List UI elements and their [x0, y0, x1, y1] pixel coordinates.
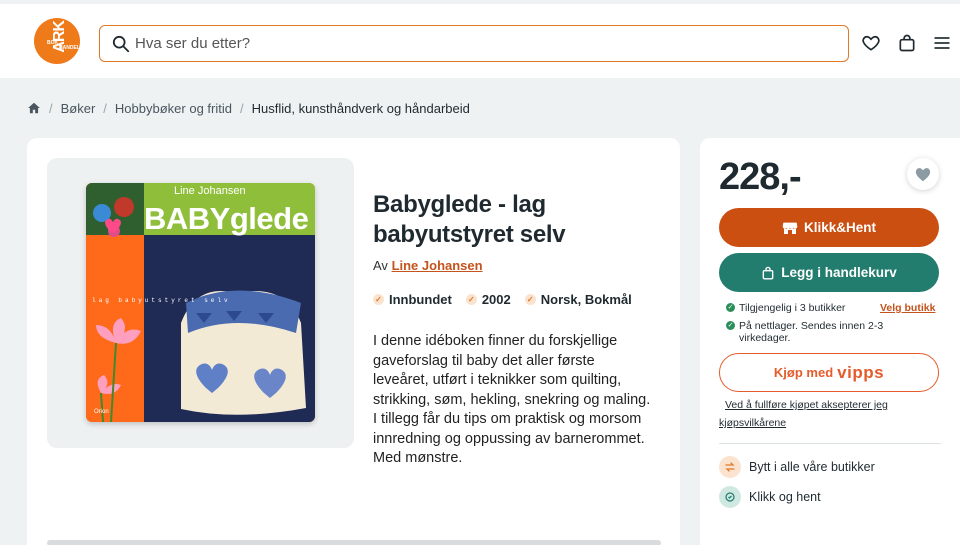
fact-binding-label: Innbundet: [389, 292, 452, 307]
perk-click-collect: Klikk og hent: [719, 486, 821, 508]
product-byline: Av Line Johansen: [373, 258, 483, 273]
breadcrumb-separator: /: [239, 100, 244, 116]
buy-box: 228,- Klikk&Hent Legg i handlekurv ✓ Til…: [700, 138, 960, 545]
product-card: Line Johansen BABYglede lag babyutstyret…: [27, 138, 680, 545]
favorite-button[interactable]: [907, 158, 939, 190]
click-collect-label: Klikk&Hent: [803, 220, 876, 235]
product-title: Babyglede - lag babyutstyret selv: [373, 191, 566, 248]
site-logo[interactable]: BOK ARK HANDEL: [34, 18, 80, 64]
terms-notice: Ved å fullføre kjøpet aksepterer jeg kjø…: [719, 396, 944, 432]
check-icon: ✓: [465, 294, 477, 305]
product-description: I denne idéboken finner du forskjellige …: [373, 333, 651, 466]
store-availability: ✓ Tilgjengelig i 3 butikker: [726, 302, 899, 314]
terms-text: Ved å fullføre kjøpet aksepterer jeg: [725, 399, 888, 411]
cover-publisher-text: Orion: [94, 409, 109, 415]
add-to-cart-button[interactable]: Legg i handlekurv: [719, 253, 939, 292]
product-facts: ✓ Innbundet ✓ 2002 ✓ Norsk, Bokmål: [373, 292, 632, 307]
breadcrumb-item-current[interactable]: Husflid, kunsthåndverk og håndarbeid: [252, 101, 470, 116]
fact-binding: ✓ Innbundet: [373, 292, 452, 307]
fact-language-label: Norsk, Bokmål: [540, 292, 632, 307]
cover-author-text: Line Johansen: [174, 185, 246, 197]
vipps-button[interactable]: Kjøp med vipps: [719, 353, 939, 392]
heart-icon: [915, 168, 931, 182]
check-icon: ✓: [524, 294, 536, 305]
check-circle-icon: ✓: [726, 321, 735, 330]
section-divider: [47, 540, 661, 545]
breadcrumb-item-books[interactable]: Bøker: [61, 101, 96, 116]
author-link[interactable]: Line Johansen: [392, 258, 483, 273]
logo-text-small-2: HANDEL: [59, 45, 80, 51]
bag-icon: [762, 266, 774, 280]
home-icon[interactable]: [27, 101, 41, 115]
fact-year-label: 2002: [481, 292, 511, 307]
search-bar[interactable]: [99, 25, 849, 62]
vipps-prefix: Kjøp med: [773, 365, 834, 380]
click-collect-button[interactable]: Klikk&Hent: [719, 208, 939, 247]
store-availability-text: Tilgjengelig i 3 butikker: [739, 302, 846, 314]
terms-link[interactable]: kjøpsvilkårene: [719, 417, 786, 429]
cover-title-text: BABYglede: [144, 201, 309, 236]
book-cover-image[interactable]: Line Johansen BABYglede lag babyutstyret…: [86, 183, 315, 422]
search-input[interactable]: [135, 28, 835, 58]
online-availability: ✓ På nettlager. Sendes innen 2-3 virkeda…: [726, 320, 899, 344]
check-circle-icon: ✓: [726, 303, 735, 312]
fact-language: ✓ Norsk, Bokmål: [524, 292, 632, 307]
heart-icon[interactable]: [861, 33, 881, 53]
search-icon: [112, 35, 130, 53]
byline-prefix: Av: [373, 258, 388, 273]
bag-icon[interactable]: [897, 33, 917, 53]
perk-exchange: Bytt i alle våre butikker: [719, 456, 875, 478]
site-header: BOK ARK HANDEL: [0, 0, 960, 78]
product-price: 228,-: [719, 156, 802, 198]
online-availability-text: På nettlager. Sendes innen 2-3 virkedage…: [739, 320, 884, 344]
store-icon: [782, 222, 798, 234]
breadcrumb-item-hobby[interactable]: Hobbybøker og fritid: [115, 101, 232, 116]
breadcrumb: / Bøker / Hobbybøker og fritid / Husflid…: [27, 99, 470, 117]
choose-store-link[interactable]: Velg butikk: [880, 302, 935, 314]
perk-click-collect-label: Klikk og hent: [749, 490, 821, 504]
menu-icon[interactable]: [932, 33, 952, 53]
cover-container: Line Johansen BABYglede lag babyutstyret…: [47, 158, 354, 448]
add-to-cart-label: Legg i handlekurv: [781, 265, 897, 280]
vipps-logo: vipps: [837, 362, 885, 382]
exchange-icon: [719, 456, 741, 478]
perk-exchange-label: Bytt i alle våre butikker: [749, 460, 875, 474]
click-collect-icon: [719, 486, 741, 508]
breadcrumb-separator: /: [49, 100, 53, 116]
buybox-divider: [719, 443, 941, 444]
fact-year: ✓ 2002: [465, 292, 511, 307]
check-icon: ✓: [373, 294, 384, 305]
cover-subtitle-text: lag babyutstyret selv: [92, 297, 231, 304]
breadcrumb-separator: /: [103, 100, 107, 116]
